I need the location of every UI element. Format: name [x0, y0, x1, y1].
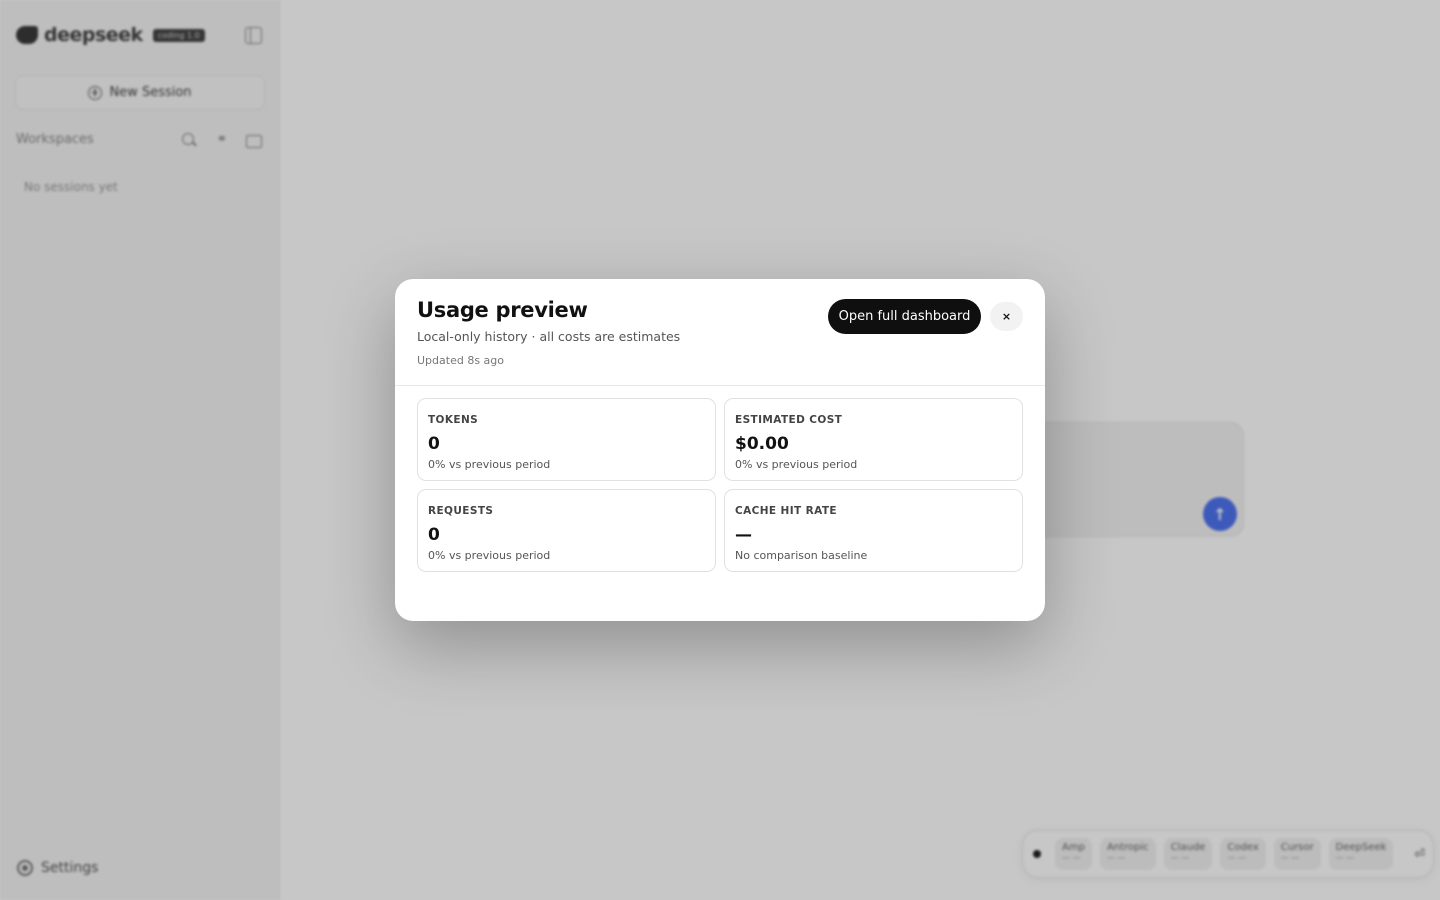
requests-card: REQUESTS 0 0% vs previous period — [417, 489, 716, 572]
stat-delta: 0% vs previous period — [428, 549, 551, 562]
dialog-title: Usage preview — [417, 298, 588, 322]
dialog-subtitle: Local-only history · all costs are estim… — [417, 329, 681, 344]
close-button[interactable]: × — [990, 302, 1023, 331]
open-dashboard-button[interactable]: Open full dashboard — [828, 299, 981, 334]
stat-label: TOKENS — [428, 414, 479, 426]
updated-timestamp: Updated 8s ago — [417, 354, 504, 367]
stat-label: ESTIMATED COST — [735, 414, 843, 426]
stat-value: 0 — [428, 525, 440, 545]
stat-value: — — [735, 525, 752, 545]
stat-delta: 0% vs previous period — [735, 458, 858, 471]
stat-label: REQUESTS — [428, 505, 494, 517]
stat-delta: 0% vs previous period — [428, 458, 551, 471]
estimated-cost-card: ESTIMATED COST $0.00 0% vs previous peri… — [724, 398, 1023, 481]
stat-delta: No comparison baseline — [735, 549, 868, 562]
dialog-header: Usage preview Local-only history · all c… — [395, 279, 1045, 386]
tokens-card: TOKENS 0 0% vs previous period — [417, 398, 716, 481]
stat-value: 0 — [428, 434, 440, 454]
cache-hit-rate-card: CACHE HIT RATE — No comparison baseline — [724, 489, 1023, 572]
stat-label: CACHE HIT RATE — [735, 505, 837, 517]
stat-value: $0.00 — [735, 434, 789, 454]
close-icon: × — [1001, 310, 1012, 323]
usage-preview-dialog: Usage preview Local-only history · all c… — [395, 279, 1045, 621]
